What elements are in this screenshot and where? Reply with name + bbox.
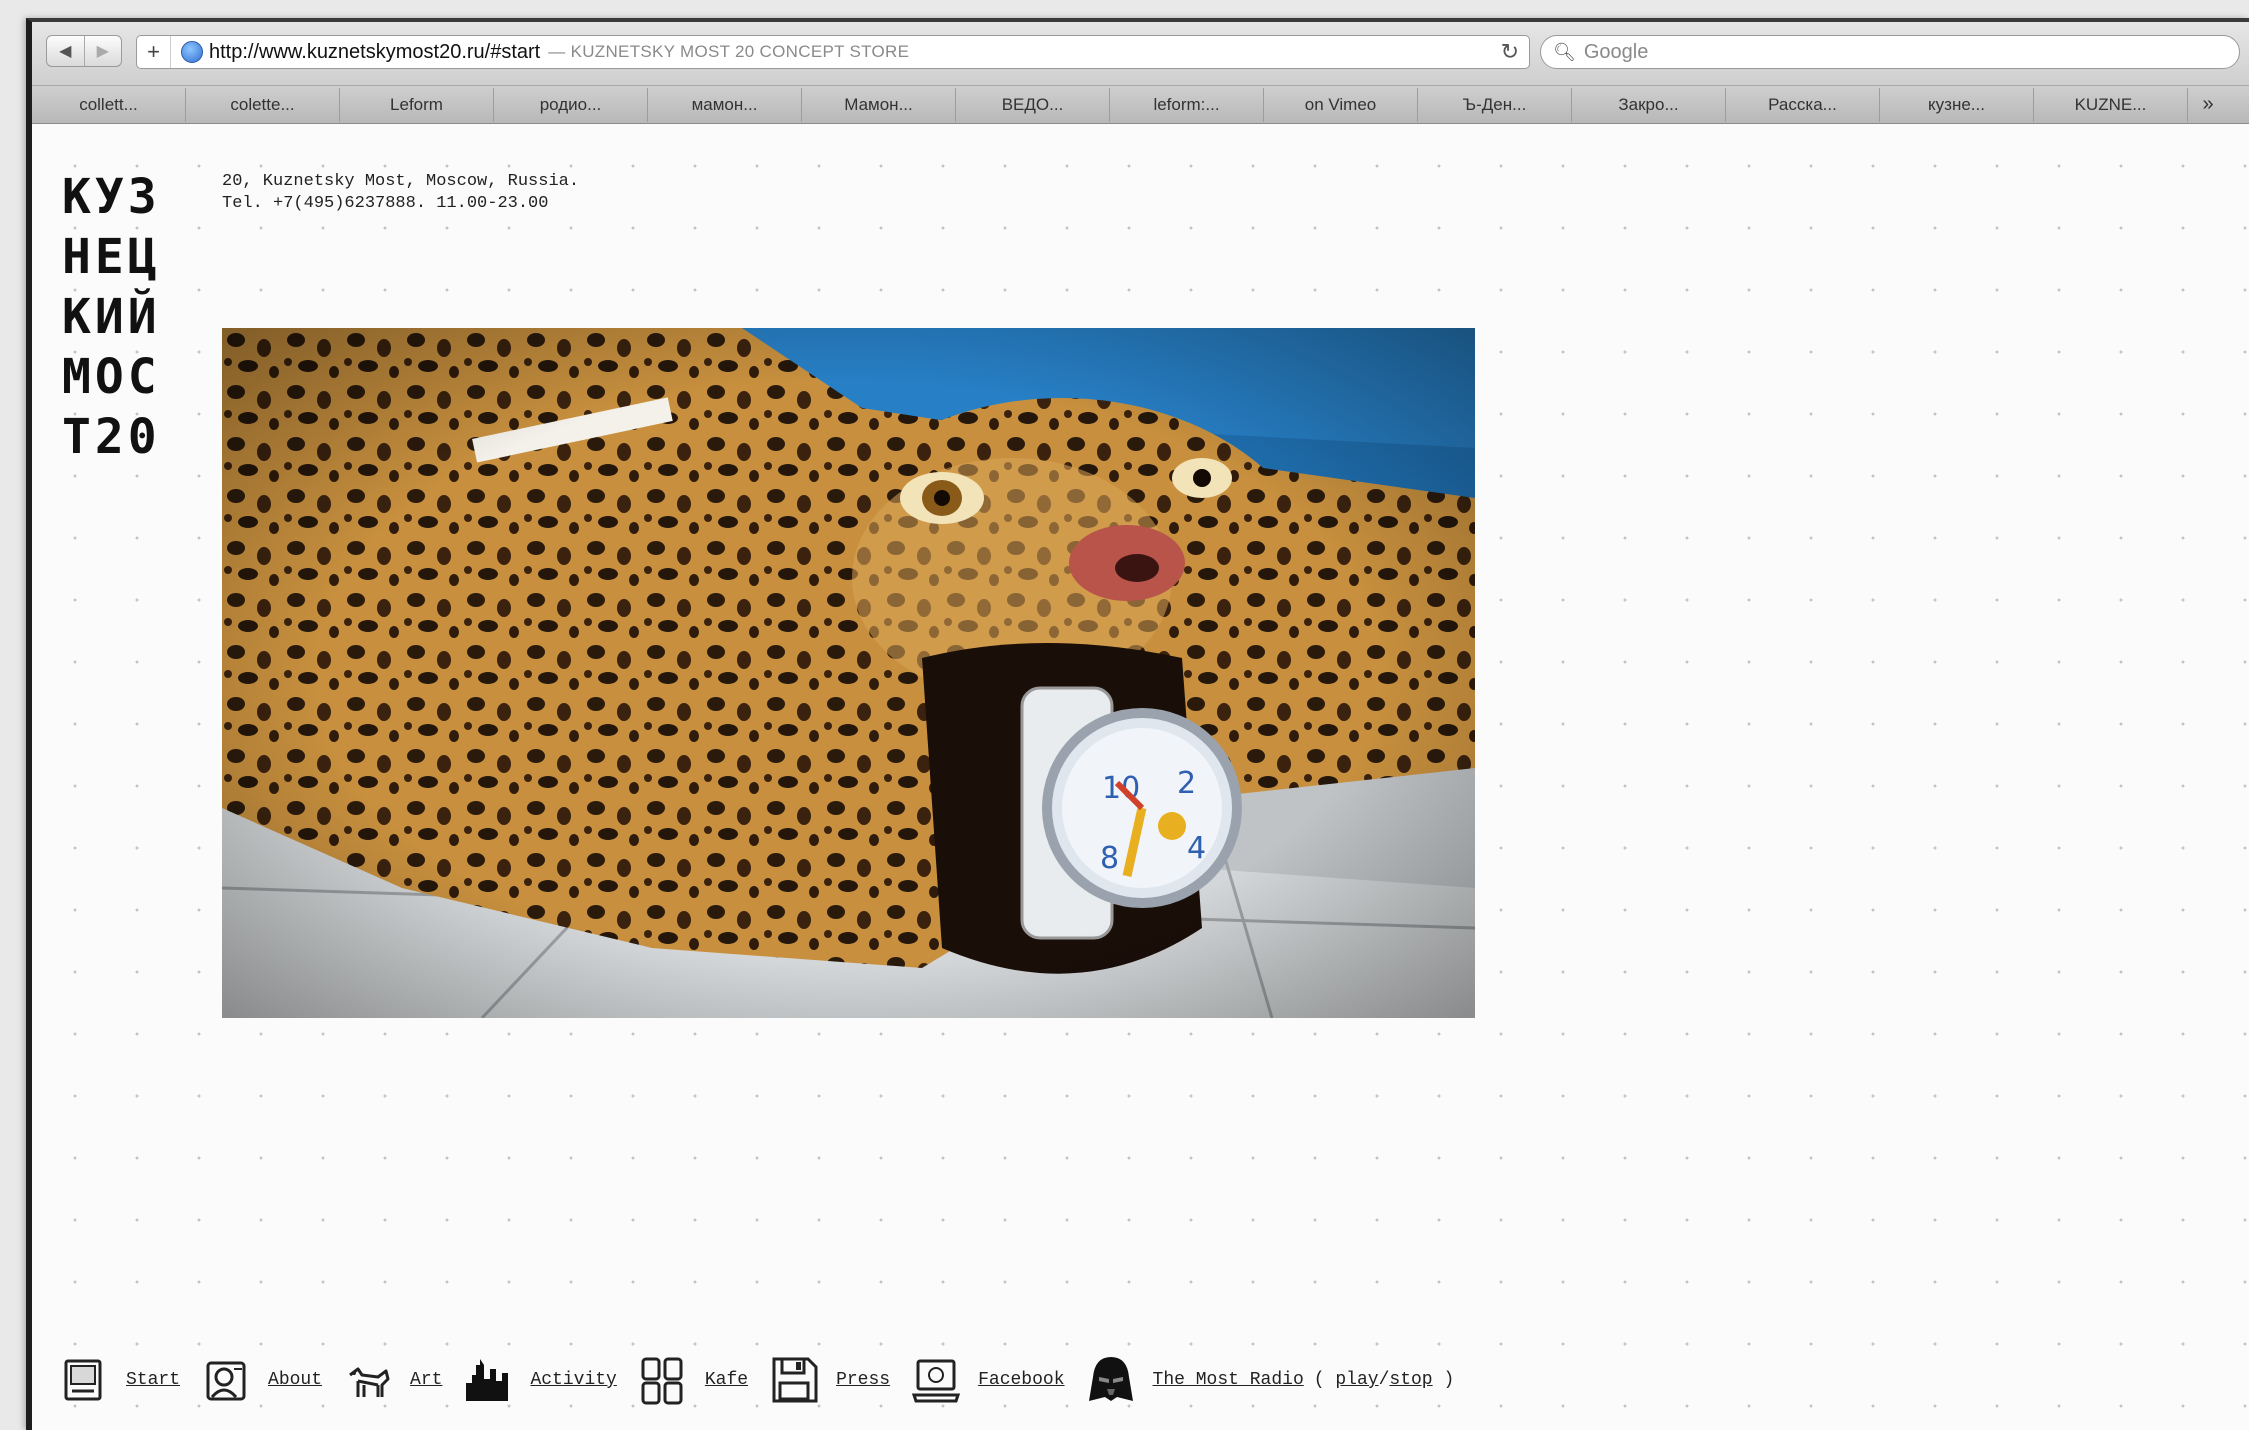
logo-line: КУЗ [62,169,161,225]
bookmark-item[interactable]: leform:... [1110,87,1264,122]
nav-start[interactable]: Start [60,1355,180,1405]
radio-play-link[interactable]: play [1335,1370,1378,1390]
back-button[interactable]: ◀ [47,36,84,66]
nav-art[interactable]: Art [344,1355,442,1405]
radio-separator: / [1378,1370,1390,1390]
search-placeholder: Google [1583,40,1649,63]
bookmark-item[interactable]: KUZNE... [2034,87,2188,122]
bookmark-item[interactable]: Мамон... [802,87,956,122]
search-input[interactable]: 🔍︎ Google [1540,35,2240,69]
nav-link-art[interactable]: Art [410,1370,442,1390]
nav-press[interactable]: Press [770,1355,890,1405]
radio-controls: ( play/stop ) [1314,1370,1455,1390]
nav-link-about[interactable]: About [268,1370,322,1390]
radio-paren-close: ) [1443,1370,1455,1390]
bookmarks-bar: collett... colette... Leform родио... ма… [32,86,2249,124]
nav-link-radio[interactable]: The Most Radio [1153,1370,1304,1390]
bookmark-item[interactable]: colette... [186,87,340,122]
nav-radio[interactable]: The Most Radio ( play/stop ) [1087,1355,1455,1405]
nav-link-activity[interactable]: Activity [530,1370,616,1390]
laptop-icon [912,1355,961,1405]
reload-icon[interactable]: ↻ [1501,39,1519,65]
bookmark-item[interactable]: on Vimeo [1264,87,1418,122]
bookmark-item[interactable]: ВЕДО... [956,87,1110,122]
web-page: КУЗ НЕЦ КИЙ МОС Т20 20, Kuznetsky Most, … [32,125,2249,1430]
globe-icon [181,41,203,63]
grid-icon [639,1355,687,1405]
nav-link-start[interactable]: Start [126,1370,180,1390]
darth-vader-icon [1087,1355,1135,1405]
bookmark-item[interactable]: Расска... [1726,87,1880,122]
nav-link-kafe[interactable]: Kafe [705,1370,748,1390]
radio-stop-link[interactable]: stop [1389,1370,1432,1390]
computer-icon [60,1355,108,1405]
search-icon: 🔍︎ [1553,41,1576,62]
hero-photo: 10 2 8 4 [222,328,1475,1018]
logo-line: НЕЦ [62,229,161,285]
nav-buttons: ◀ ▶ [46,35,122,67]
logo-line: МОС [62,349,161,405]
nav-activity[interactable]: Activity [464,1355,617,1405]
bookmark-item[interactable]: мамон... [648,87,802,122]
bookmark-item[interactable]: кузне... [1880,87,2034,122]
main-navigation: Start About Art Activity Kafe Press Face… [60,1350,1476,1410]
browser-toolbar: ◀ ▶ + http://www.kuznetskymost20.ru/#sta… [32,22,2249,86]
bookmark-item[interactable]: Закро... [1572,87,1726,122]
store-address: 20, Kuznetsky Most, Moscow, Russia. Tel.… [222,171,579,215]
nav-kafe[interactable]: Kafe [639,1355,748,1405]
forward-button[interactable]: ▶ [83,36,122,66]
logo-line: КИЙ [62,289,161,345]
bookmark-item[interactable]: collett... [32,87,186,122]
bookmark-item[interactable]: Leform [340,87,494,122]
nav-facebook[interactable]: Facebook [912,1355,1065,1405]
nav-about[interactable]: About [202,1355,322,1405]
phone-hours-line: Tel. +7(495)6237888. 11.00-23.00 [222,194,549,213]
bookmark-item[interactable]: Ъ-Ден... [1418,87,1572,122]
floppy-disk-icon [770,1355,818,1405]
bookmark-item[interactable]: родио... [494,87,648,122]
url-text[interactable]: http://www.kuznetskymost20.ru/#start [209,41,540,64]
site-logo[interactable]: КУЗ НЕЦ КИЙ МОС Т20 [62,167,161,467]
dog-icon [344,1355,392,1405]
leopard-watch-image: 10 2 8 4 [222,328,1475,1018]
city-skyline-icon [464,1355,512,1405]
logo-line: Т20 [62,409,161,465]
address-bar[interactable]: + http://www.kuznetskymost20.ru/#start —… [136,35,1530,69]
id-card-icon [202,1355,250,1405]
browser-window: ◀ ▶ + http://www.kuznetskymost20.ru/#sta… [26,18,2249,1430]
radio-paren-open: ( [1313,1370,1325,1390]
page-title: — KUZNETSKY MOST 20 CONCEPT STORE [548,42,910,61]
address-line: 20, Kuznetsky Most, Moscow, Russia. [222,172,580,191]
bookmarks-overflow-button[interactable]: » [2188,93,2228,116]
nav-link-facebook[interactable]: Facebook [978,1370,1064,1390]
nav-link-press[interactable]: Press [836,1370,890,1390]
add-bookmark-button[interactable]: + [137,36,171,68]
